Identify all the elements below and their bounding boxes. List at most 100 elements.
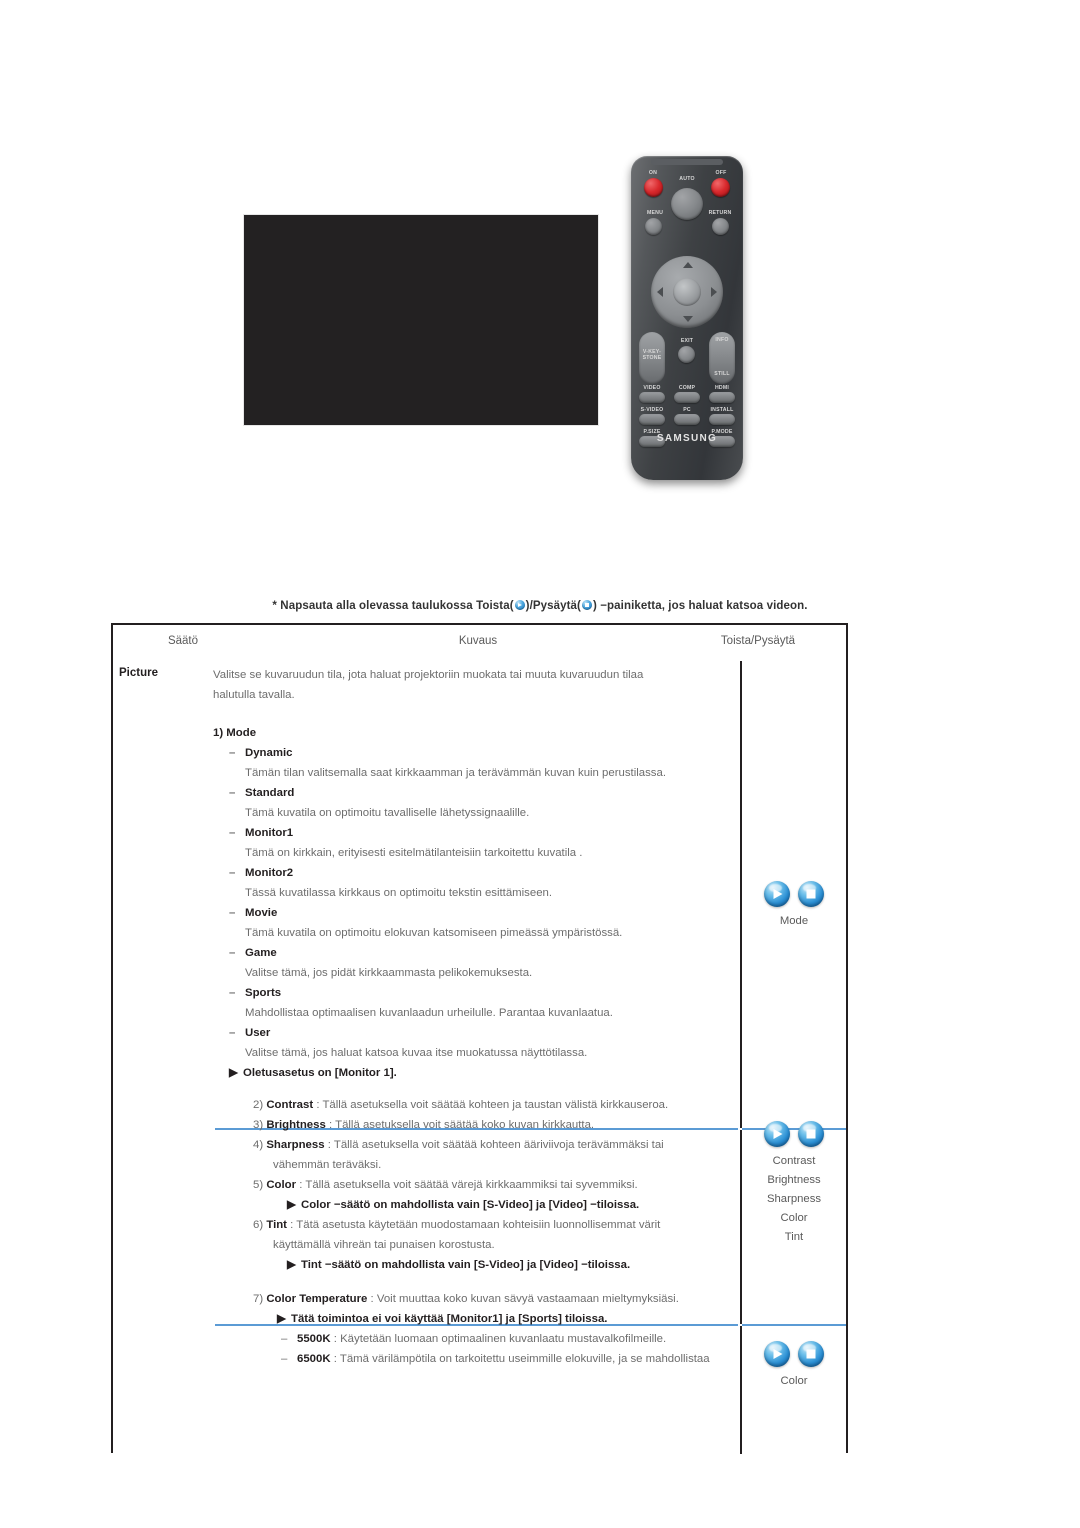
stop-button-mode[interactable] [798, 881, 824, 907]
table-row-color-temperature: 7) Color Temperature : Voit muuttaa koko… [113, 1275, 846, 1391]
remote-label-off: OFF [715, 170, 727, 176]
remote-label-svideo: S-VIDEO [640, 407, 664, 413]
media-caption-mode: Mode [779, 915, 809, 927]
remote-enter-button[interactable] [673, 278, 701, 306]
item-color-temperature: 7) Color Temperature : Voit muuttaa koko… [253, 1293, 679, 1305]
mode-item-standard: – Standard [229, 787, 295, 799]
play-button-color-temperature[interactable] [764, 1341, 790, 1367]
item-sharpness-line2: vähemmän teräväksi. [273, 1159, 382, 1171]
column-header-description: Kuvaus [458, 635, 498, 647]
media-cell-color-temperature: Color [742, 1289, 846, 1391]
table-header-row: Säätö Kuvaus Toista/Pysäytä [113, 625, 846, 661]
item-color: 5) Color : Tällä asetuksella voit säätää… [253, 1179, 638, 1191]
item-color-note: ▶ Color −säätö on mahdollista vain [S-Vid… [287, 1199, 640, 1211]
remote-body: ON AUTO OFF MENU RETURN V-KEY- STONE EXIT… [631, 156, 743, 480]
mode-item-sports: – Sports [229, 987, 282, 999]
video-player-placeholder[interactable] [243, 214, 599, 426]
mode-item-user: – User [229, 1027, 271, 1039]
playpause-buttons-adjustments [742, 1121, 846, 1147]
row-description-adjustments: 2) Contrast : Tällä asetuksella voit sää… [213, 1095, 742, 1275]
media-caption-tint: Tint [784, 1231, 804, 1243]
remote-svideo-button[interactable] [639, 414, 665, 425]
mode-desc-movie: Tämä kuvatila on optimoitu elokuvan kats… [245, 927, 623, 939]
mode-item-game: – Game [229, 947, 277, 959]
item-contrast: 2) Contrast : Tällä asetuksella voit sää… [253, 1099, 669, 1111]
remote-label-on: ON [648, 170, 658, 176]
play-icon-inline [514, 600, 525, 610]
settings-table: Säätö Kuvaus Toista/Pysäytä Picture Vali… [111, 623, 848, 1454]
remote-label-exit: EXIT [680, 338, 694, 344]
intro-line-2: halutulla tavalla. [213, 689, 295, 701]
row-description-color-temperature: 7) Color Temperature : Voit muuttaa koko… [213, 1289, 742, 1369]
table-row-picture: Picture Valitse se kuvaruudun tila, jota… [113, 661, 846, 1083]
playpause-buttons-color-temperature [742, 1341, 846, 1367]
intro-line-1: Valitse se kuvaruudun tila, jota haluat … [213, 669, 644, 681]
remote-label-still: STILL [714, 371, 730, 377]
mode-desc-sports: Mahdollistaa optimaalisen kuvanlaadun ur… [245, 1007, 613, 1019]
stop-button-color-temperature[interactable] [798, 1341, 824, 1367]
remote-up-arrow-icon [683, 262, 693, 268]
remote-pc-button[interactable] [674, 414, 700, 425]
note-suffix: ) −painiketta, jos haluat katsoa videon. [592, 600, 808, 612]
mode-item-movie: – Movie [229, 907, 278, 919]
row-label-picture: Picture [119, 667, 158, 679]
mode-desc-monitor2: Tässä kuvatilassa kirkkaus on optimoitu … [245, 887, 553, 899]
media-caption-sharpness: Sharpness [766, 1193, 821, 1205]
item-color-temperature-note: ▶ Tätä toimintoa ei voi käyttää [Monitor1… [277, 1313, 608, 1325]
item-sharpness: 4) Sharpness : Tällä asetuksella voit sä… [253, 1139, 664, 1151]
remote-ir-strip [651, 159, 723, 165]
remote-return-button[interactable] [712, 218, 729, 235]
mode-item-monitor2: – Monitor2 [229, 867, 294, 879]
item-brightness: 3) Brightness : Tällä asetuksella voit s… [253, 1119, 595, 1131]
item-6500k: –6500K : Tämä värilämpötila on tarkoitet… [281, 1353, 710, 1365]
row-label-adjustments-empty [113, 1095, 213, 1097]
column-header-setting: Säätö [167, 635, 199, 647]
remote-hdmi-button[interactable] [709, 392, 735, 403]
remote-control-image: ON AUTO OFF MENU RETURN V-KEY- STONE EXIT… [631, 156, 743, 480]
mode-desc-game: Valitse tämä, jos pidät kirkkaammasta pe… [245, 967, 533, 979]
row-label-colortemp-empty [113, 1289, 213, 1291]
note-middle: )/Pysäytä( [525, 600, 581, 612]
remote-menu-button[interactable] [645, 218, 662, 235]
mode-heading: 1) Mode [213, 727, 257, 739]
table-row-adjustments: 2) Contrast : Tällä asetuksella voit sää… [113, 1083, 846, 1275]
play-button-adjustments[interactable] [764, 1121, 790, 1147]
mode-desc-monitor1: Tämä on kirkkain, erityisesti esitelmäti… [245, 847, 583, 859]
stop-icon-inline [581, 600, 592, 610]
remote-right-arrow-icon [711, 287, 717, 297]
remote-label-menu: MENU [646, 210, 664, 216]
remote-auto-button[interactable] [671, 188, 703, 220]
remote-label-keystone: V-KEY- STONE [642, 349, 662, 361]
media-caption-color: Color [780, 1212, 808, 1224]
mode-item-dynamic: – Dynamic [229, 747, 293, 759]
illustration-area: ON AUTO OFF MENU RETURN V-KEY- STONE EXIT… [0, 0, 1080, 590]
remote-label-info: INFO [715, 337, 729, 343]
mode-desc-dynamic: Tämän tilan valitsemalla saat kirkkaamma… [245, 767, 666, 779]
remote-exit-button[interactable] [678, 346, 695, 363]
media-caption-contrast: Contrast [772, 1155, 816, 1167]
remote-install-button[interactable] [709, 414, 735, 425]
remote-power-off-button[interactable] [711, 178, 730, 197]
remote-label-pc: PC [683, 407, 691, 413]
item-tint: 6) Tint : Tätä asetusta käytetään muodos… [253, 1219, 661, 1231]
media-cell-adjustments: Contrast Brightness Sharpness Color Tint [742, 1095, 846, 1247]
remote-down-arrow-icon [683, 316, 693, 322]
remote-power-on-button[interactable] [644, 178, 663, 197]
play-button-mode[interactable] [764, 881, 790, 907]
stop-button-adjustments[interactable] [798, 1121, 824, 1147]
remote-comp-button[interactable] [674, 392, 700, 403]
mode-item-monitor1: – Monitor1 [229, 827, 294, 839]
mode-desc-standard: Tämä kuvatila on optimoitu tavalliselle … [245, 807, 530, 819]
remote-video-button[interactable] [639, 392, 665, 403]
remote-label-hdmi: HDMI [714, 385, 730, 391]
row-description-picture: Valitse se kuvaruudun tila, jota haluat … [213, 665, 742, 1083]
mode-desc-user: Valitse tämä, jos haluat katsoa kuvaa it… [245, 1047, 588, 1059]
item-tint-line2: käyttämällä vihreän tai punaisen korostu… [273, 1239, 495, 1251]
remote-label-install: INSTALL [710, 407, 734, 413]
remote-brand-logo: SAMSUNG [656, 433, 718, 444]
remote-label-auto: AUTO [679, 176, 695, 182]
video-instruction-note: * Napsauta alla olevassa taulukossa Tois… [0, 600, 1080, 612]
media-caption-colortemp: Color [780, 1375, 808, 1387]
remote-label-comp: COMP [678, 385, 696, 391]
item-tint-note: ▶ Tint −säätö on mahdollista vain [S-Vide… [287, 1259, 631, 1271]
